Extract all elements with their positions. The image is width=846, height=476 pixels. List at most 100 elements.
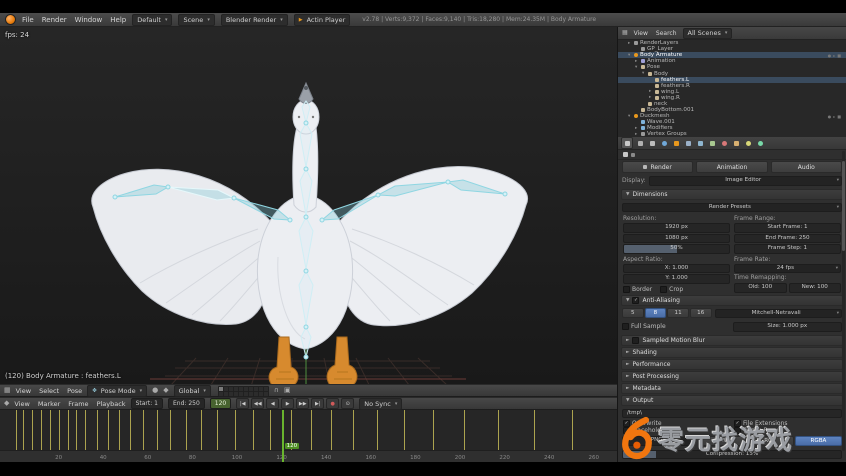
tab-material[interactable] <box>719 138 729 148</box>
viewport-shading-icon[interactable]: ● <box>152 387 158 394</box>
tab-constraints[interactable] <box>683 138 693 148</box>
record-button[interactable]: ● <box>326 398 339 409</box>
player-button[interactable]: ▶ Actin Player <box>294 14 351 26</box>
start-frame-field[interactable]: Start Frame: 1 <box>734 223 841 233</box>
crop-checkbox[interactable] <box>660 286 667 293</box>
scrollbar-thumb[interactable] <box>842 161 845 251</box>
keyframe-line[interactable] <box>130 410 131 451</box>
pivot-point-icon[interactable]: ◆ <box>163 387 168 394</box>
viewport-3d[interactable]: fps: 24 (120) Body Armature : feathers.L <box>0 27 617 384</box>
timeline-editor-icon[interactable]: ◆ <box>4 400 9 407</box>
menu-pose[interactable]: Pose <box>67 387 82 395</box>
menu-select[interactable]: Select <box>39 387 59 395</box>
keyframe-line[interactable] <box>16 410 17 451</box>
keyframe-line[interactable] <box>97 410 98 451</box>
right-wing[interactable] <box>337 166 528 325</box>
aa-filter-dropdown[interactable]: Mitchell-Netravali▾ <box>715 309 842 319</box>
motion-blur-checkbox[interactable] <box>632 337 639 344</box>
fast-forward-button[interactable]: ▶▶ <box>296 398 309 409</box>
transform-orientation-dropdown[interactable]: Global ▾ <box>174 385 211 397</box>
remap-old-field[interactable]: Old: 100 <box>734 283 787 293</box>
keyframe-line[interactable] <box>534 410 535 451</box>
layers-widget[interactable] <box>218 386 267 395</box>
aa-samples-5-button[interactable]: 5 <box>622 308 644 318</box>
viewport-canvas[interactable] <box>0 27 617 384</box>
keyframe-line[interactable] <box>68 410 69 451</box>
anti-aliasing-checkbox[interactable]: ✓ <box>632 297 639 304</box>
resolution-x-field[interactable]: 1920 px <box>623 223 730 233</box>
play-reverse-button[interactable]: ◀ <box>266 398 279 409</box>
panel-shading[interactable]: ►Shading <box>621 347 843 358</box>
tab-modifiers[interactable] <box>695 138 705 148</box>
sync-dropdown[interactable]: No Sync ▾ <box>359 398 402 410</box>
keyframe-line[interactable] <box>353 410 354 451</box>
keyframe-line[interactable] <box>464 410 465 451</box>
tab-data[interactable] <box>707 138 717 148</box>
keyframe-line[interactable] <box>157 410 158 451</box>
tab-object[interactable] <box>671 138 681 148</box>
frame-rate-dropdown[interactable]: 24 fps▾ <box>734 264 841 274</box>
render-presets-dropdown[interactable]: Render Presets▾ <box>622 203 842 213</box>
display-dropdown[interactable]: Image Editor▾ <box>649 176 842 186</box>
tab-particles[interactable] <box>743 138 753 148</box>
aa-samples-8-button[interactable]: 8 <box>645 308 667 318</box>
rewind-button[interactable]: ◀◀ <box>251 398 264 409</box>
menu-file[interactable]: File <box>22 16 34 24</box>
aspect-x-field[interactable]: X: 1.000 <box>623 264 730 274</box>
properties-scrollbar[interactable] <box>842 151 845 451</box>
tab-texture[interactable] <box>731 138 741 148</box>
menu-window[interactable]: Window <box>75 16 103 24</box>
panel-metadata[interactable]: ►Metadata <box>621 383 843 394</box>
full-sample-checkbox[interactable] <box>622 323 629 330</box>
keyframe-line[interactable] <box>311 410 312 451</box>
remap-new-field[interactable]: New: 100 <box>789 283 842 293</box>
end-frame-field[interactable]: End Frame: 250 <box>734 234 841 244</box>
display-mode-dropdown[interactable]: All Scenes ▾ <box>683 28 733 39</box>
keyframe-line[interactable] <box>76 410 77 451</box>
panel-anti-aliasing[interactable]: ▼ ✓ Anti-Aliasing <box>621 295 843 306</box>
frame-end-field[interactable]: End: 250 <box>168 398 205 409</box>
keyframe-line[interactable] <box>41 410 42 451</box>
jump-end-button[interactable]: ▶| <box>311 398 324 409</box>
keyframe-line[interactable] <box>201 410 202 451</box>
aa-samples-11-button[interactable]: 11 <box>667 308 689 318</box>
snap-magnet-icon[interactable]: ∩ <box>274 387 279 394</box>
keyframe-line[interactable] <box>217 410 218 451</box>
keyframe-line[interactable] <box>32 410 33 451</box>
panel-output[interactable]: ▼ Output <box>621 395 843 406</box>
keyframe-line[interactable] <box>59 410 60 451</box>
outliner-editor-icon[interactable]: ▦ <box>622 30 628 36</box>
tab-scene[interactable] <box>647 138 657 148</box>
render-audio-button[interactable]: Audio <box>771 161 842 173</box>
keyframe-line[interactable] <box>433 410 434 451</box>
keyframe-line[interactable] <box>404 410 405 451</box>
scene-dropdown[interactable]: Scene ▾ <box>178 14 214 26</box>
panel-motion-blur[interactable]: ► Sampled Motion Blur <box>621 335 843 346</box>
current-frame-line[interactable] <box>282 410 284 462</box>
keyframe-line[interactable] <box>235 410 236 451</box>
aa-size-field[interactable]: Size: 1.000 px <box>733 322 843 332</box>
blender-logo-icon[interactable] <box>5 14 16 25</box>
visibility-toggle-icons[interactable]: ●▸■ <box>828 114 843 119</box>
menu-playback[interactable]: Playback <box>97 400 126 408</box>
frame-step-field[interactable]: Frame Step: 1 <box>734 244 841 254</box>
menu-frame[interactable]: Frame <box>68 400 88 408</box>
keyframe-line[interactable] <box>85 410 86 451</box>
tab-world[interactable] <box>659 138 669 148</box>
menu-marker[interactable]: Marker <box>38 400 60 408</box>
render-animation-button[interactable]: Animation <box>696 161 767 173</box>
menu-view[interactable]: View <box>634 30 648 37</box>
mode-dropdown[interactable]: ✥ Pose Mode ▾ <box>87 385 147 397</box>
menu-search[interactable]: Search <box>656 30 677 37</box>
aa-samples-16-button[interactable]: 16 <box>690 308 712 318</box>
keyframe-line[interactable] <box>119 410 120 451</box>
keyframe-line[interactable] <box>572 410 573 451</box>
render-engine-dropdown[interactable]: Blender Render ▾ <box>221 14 288 26</box>
play-button[interactable]: ▶ <box>281 398 294 409</box>
keyframe-line[interactable] <box>253 410 254 451</box>
tab-render-layers[interactable] <box>635 138 645 148</box>
keyframe-line[interactable] <box>377 410 378 451</box>
jump-start-button[interactable]: |◀ <box>236 398 249 409</box>
keyframe-line[interactable] <box>50 410 51 451</box>
screen-layout-dropdown[interactable]: Default ▾ <box>132 14 172 26</box>
